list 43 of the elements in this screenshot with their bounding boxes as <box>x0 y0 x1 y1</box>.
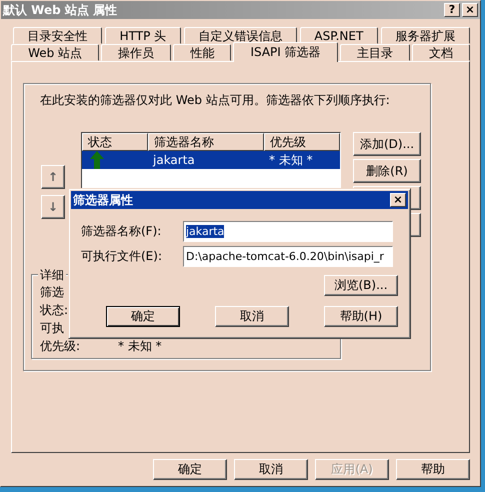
tab[interactable]: ASP.NET <box>300 27 378 44</box>
tab[interactable]: 服务器扩展 <box>380 27 470 44</box>
field-label: 筛选器名称(F): <box>81 223 162 240</box>
window-title: 默认 Web 站点 属性 <box>3 2 118 18</box>
dialog-button[interactable]: 取消 <box>234 459 308 480</box>
input-field[interactable]: D:\apache-tomcat-6.0.20\bin\isapi_r <box>183 246 393 267</box>
help-button[interactable]: ? <box>444 3 460 17</box>
detail-label: 状态: <box>40 302 70 318</box>
priority-text: * 未知 * <box>268 152 314 168</box>
tab[interactable]: 主目录 <box>340 44 410 61</box>
browse-button[interactable]: 浏览(B)... <box>324 275 398 296</box>
tab[interactable]: Web 站点 <box>11 44 100 61</box>
tab[interactable]: 目录安全性 <box>13 27 102 44</box>
description-text: 在此安装的筛选器仅对此 Web 站点可用。筛选器依下列顺序执行: <box>39 92 391 109</box>
close-button[interactable]: × <box>390 193 406 207</box>
tab[interactable]: 自定义错误信息 <box>184 27 297 44</box>
dialog-button[interactable]: 确定 <box>153 459 227 480</box>
tab[interactable]: 操作员 <box>101 44 172 61</box>
column-header[interactable]: 状态 <box>82 133 148 151</box>
order-button[interactable]: ↓ <box>41 195 65 219</box>
input-field[interactable]: jakarta <box>183 221 393 242</box>
detail-label: 可执 <box>40 320 65 336</box>
detail-value: * 未知 * <box>118 338 162 354</box>
column-header[interactable]: 优先级 <box>264 133 340 151</box>
dialog-button[interactable]: 确定 <box>106 306 180 327</box>
list-row[interactable]: jakarta * 未知 * <box>82 151 340 169</box>
column-header[interactable]: 筛选器名称 <box>148 133 264 151</box>
dialog-button[interactable]: 帮助 <box>396 459 470 480</box>
detail-label: 筛选 <box>40 284 65 300</box>
side-button[interactable]: 删除(R) <box>353 159 421 183</box>
tab[interactable]: ISAPI 筛选器 <box>233 42 338 62</box>
dialog-title: 筛选器属性 <box>73 192 133 208</box>
field-label: 可执行文件(E): <box>81 248 163 265</box>
order-button[interactable]: ↑ <box>41 165 65 189</box>
close-button[interactable]: × <box>462 3 478 17</box>
tab[interactable]: 性能 <box>173 44 232 61</box>
detail-label: 优先级: <box>40 338 82 354</box>
tab[interactable]: HTTP 头 <box>105 27 181 44</box>
dialog-button[interactable]: 帮助(H) <box>324 306 398 327</box>
filter-name: jakarta <box>152 153 196 167</box>
dialog-button[interactable]: 取消 <box>215 306 289 327</box>
side-button[interactable]: 添加(D)... <box>353 132 421 156</box>
tab[interactable]: 文档 <box>412 44 470 61</box>
